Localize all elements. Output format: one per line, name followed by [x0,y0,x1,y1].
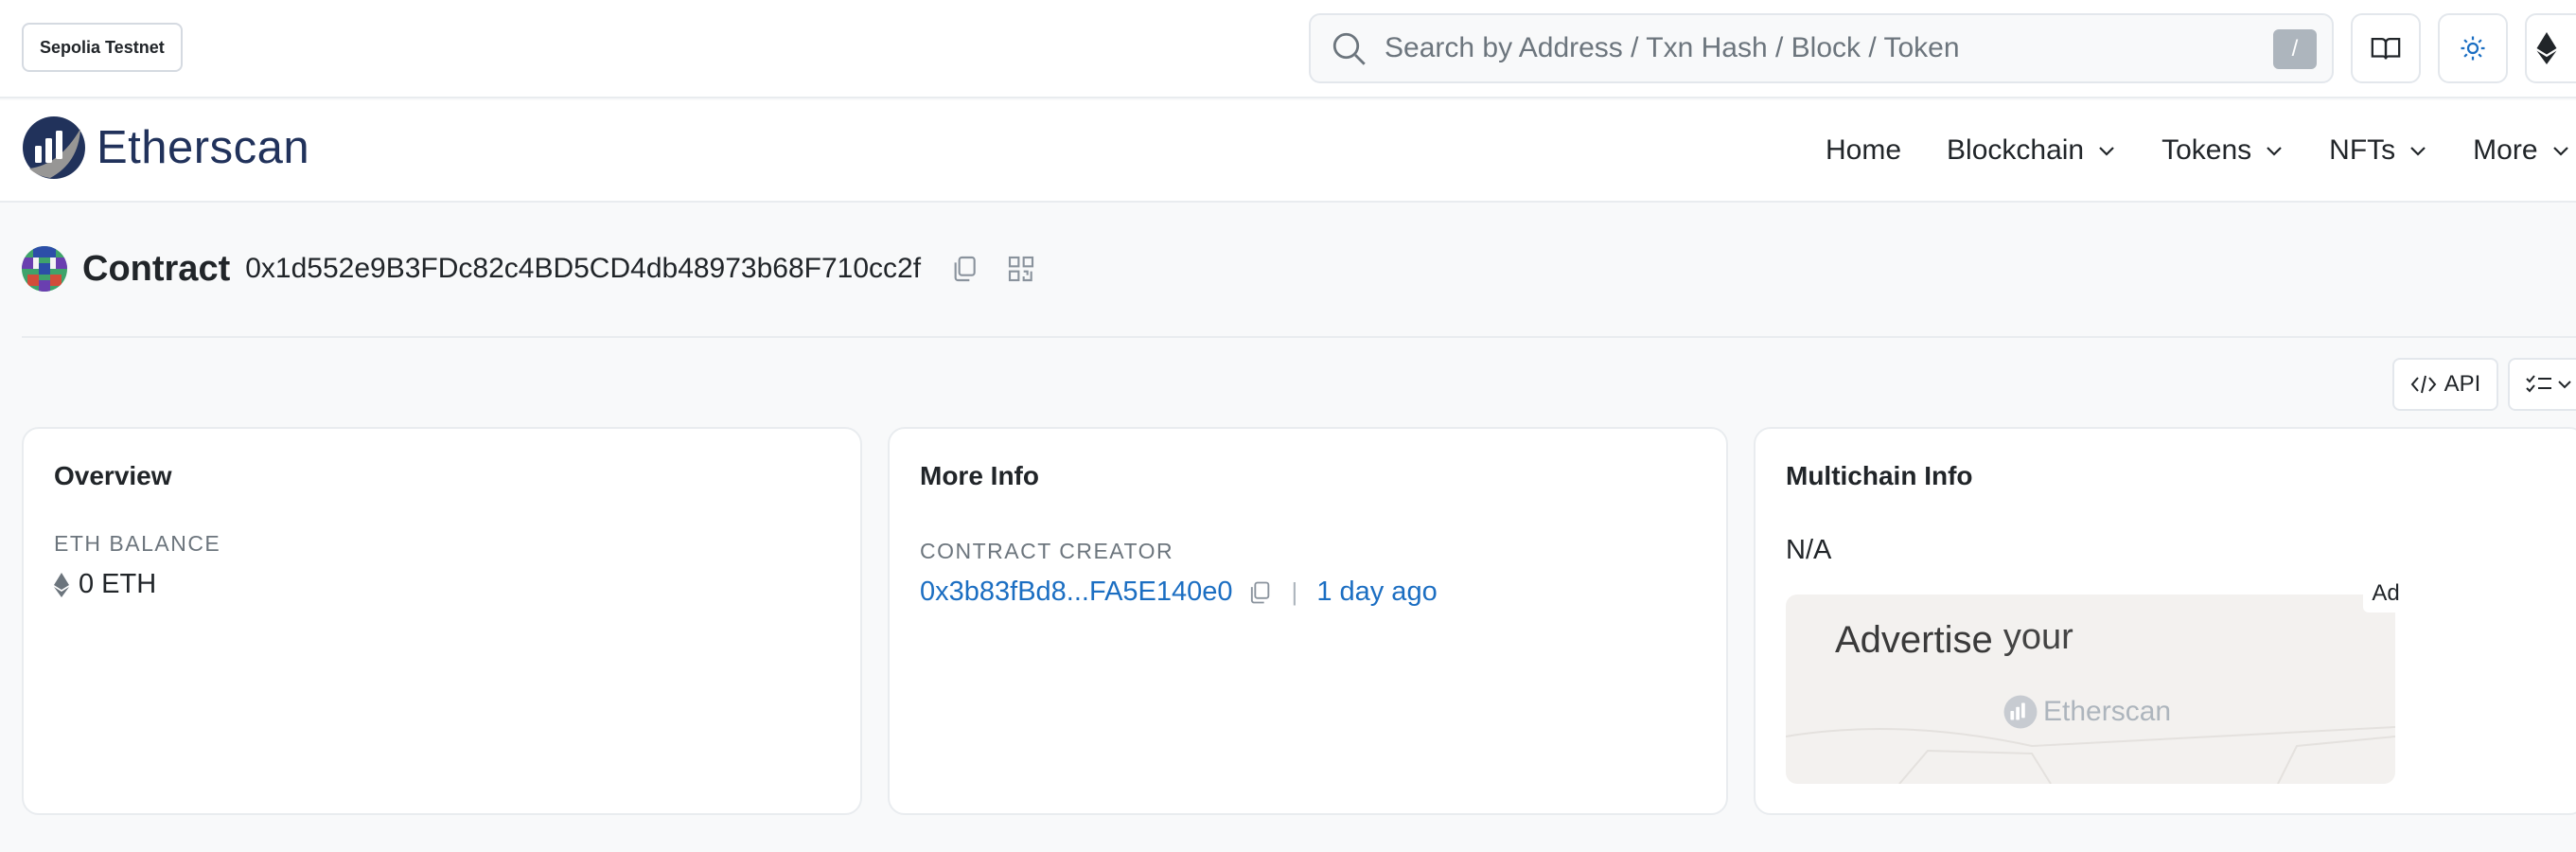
list-check-icon [2526,375,2571,393]
multichain-value: N/A [1786,535,1832,565]
network-selector-button[interactable]: Sepolia Testnet [22,23,183,72]
main-header: Etherscan Home Blockchain Tokens NFTs Mo… [0,100,2576,203]
more-info-title: More Info [920,461,1039,490]
theme-toggle-button[interactable] [2438,13,2508,83]
nav-home[interactable]: Home [1826,134,1901,167]
api-button[interactable]: API [2392,358,2498,411]
section-divider [22,336,2576,338]
separator: | [1291,577,1298,606]
main-nav: Home Blockchain Tokens NFTs More [1826,100,2576,201]
overview-card: Overview ETH BALANCE 0 ETH [22,427,862,815]
contract-title-row: Contract 0x1d552e9B3FDc82c4BD5CD4db48973… [22,242,1036,295]
view-options-button[interactable] [2508,358,2576,411]
chevron-down-icon [2099,147,2114,156]
code-icon [2410,375,2436,394]
etherscan-logo-icon [2003,695,2038,729]
docs-button[interactable] [2351,13,2421,83]
nav-more[interactable]: More [2473,134,2569,167]
search-shortcut-key: / [2273,29,2317,69]
copy-icon[interactable] [949,254,979,284]
page-title: Contract [82,248,231,289]
creator-address-link[interactable]: 0x3b83fBd8...FA5E140e0 [920,577,1233,608]
eth-balance: 0 ETH [54,569,156,600]
address-avatar [22,246,67,292]
multichain-info-card: Multichain Info N/A Advertise your Ether… [1754,427,2576,815]
qr-code-icon[interactable] [1006,254,1036,284]
overview-title: Overview [54,461,172,490]
nav-nfts[interactable]: NFTs [2329,134,2427,167]
eth-balance-value: 0 ETH [79,569,157,599]
contract-creator-label: CONTRACT CREATOR [920,539,1174,563]
nav-blockchain[interactable]: Blockchain [1947,134,2116,167]
ad-headline: Advertise your [1835,617,2073,661]
multichain-info-title: Multichain Info [1786,461,1973,490]
search-bar[interactable]: / [1309,13,2334,83]
ethereum-icon [2536,32,2557,64]
search-input[interactable] [1385,15,2236,81]
copy-icon[interactable] [1246,579,1273,606]
contract-creator-row: 0x3b83fBd8...FA5E140e0 | 1 day ago [920,577,1438,608]
book-icon [2371,37,2401,60]
chevron-down-icon [2410,147,2426,156]
etherscan-logo-icon[interactable] [22,115,86,180]
sun-icon [2461,36,2485,61]
search-icon [1332,32,1366,65]
more-info-card: More Info CONTRACT CREATOR 0x3b83fBd8...… [888,427,1728,815]
creation-tx-link[interactable]: 1 day ago [1316,577,1437,608]
nav-tokens[interactable]: Tokens [2161,134,2284,167]
advertisement-banner[interactable]: Advertise your Etherscan [1786,595,2395,784]
contract-address: 0x1d552e9B3FDc82c4BD5CD4db48973b68F710cc… [245,253,922,284]
top-bar: Sepolia Testnet / [0,0,2576,98]
chevron-down-icon [2267,147,2282,156]
chevron-down-icon [2552,147,2568,156]
brand-name[interactable]: Etherscan [97,121,309,174]
ethereum-icon [54,572,69,597]
eth-balance-label: ETH BALANCE [54,531,221,556]
ad-brand: Etherscan [2003,695,2171,729]
ad-badge: Ad [2363,575,2408,612]
network-menu-button[interactable] [2525,13,2576,83]
